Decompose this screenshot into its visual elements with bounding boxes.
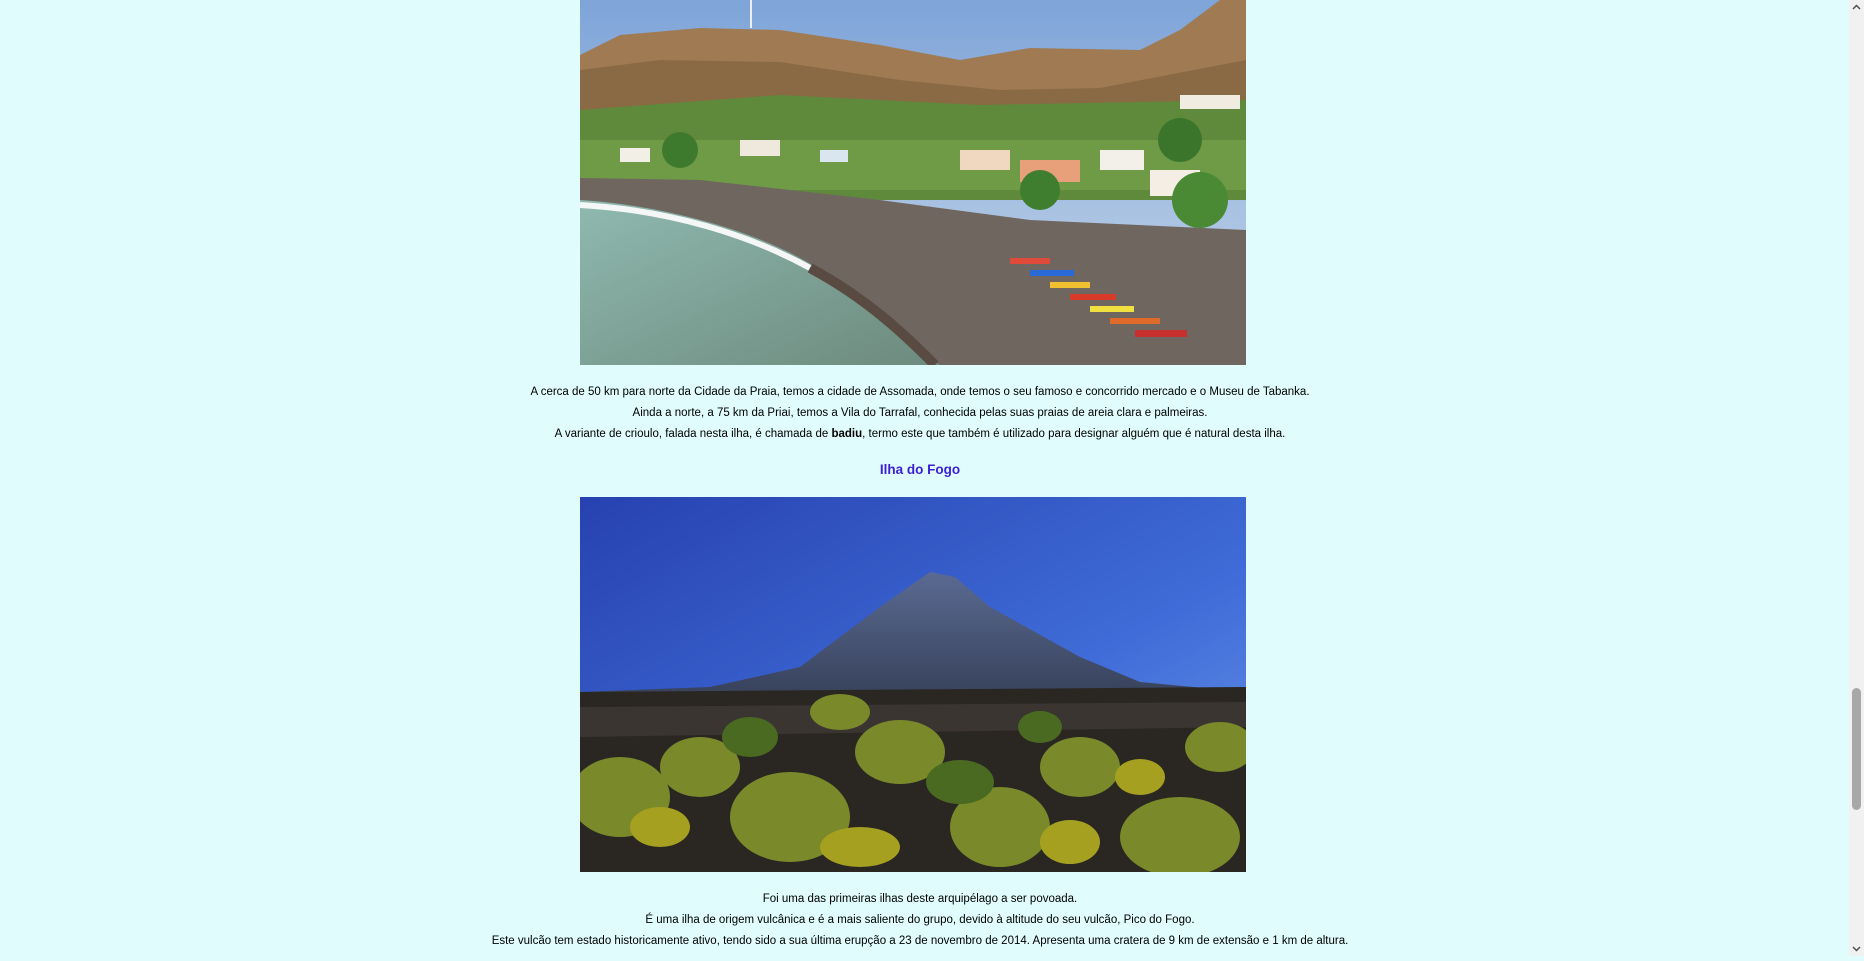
vertical-scrollbar[interactable] xyxy=(1849,0,1864,956)
fogo-volcano-photo xyxy=(580,497,1246,872)
fogo-paragraph-2: É uma ilha de origem vulcânica e é a mai… xyxy=(645,914,1195,926)
scroll-down-arrow-icon[interactable] xyxy=(1849,941,1864,956)
fogo-heading: Ilha do Fogo xyxy=(879,462,961,477)
crioulo-text-before: A variante de crioulo, falada nesta ilha… xyxy=(554,428,832,440)
tarrafal-paragraph: Ainda a norte, a 75 km da Priai, temos a… xyxy=(632,407,1208,419)
santiago-beach-photo xyxy=(580,0,1246,365)
fogo-paragraph-3: Este vulcão tem estado historicamente at… xyxy=(491,935,1349,947)
fogo-description: Foi uma das primeiras ilhas deste arquip… xyxy=(0,889,1840,952)
scrollbar-thumb[interactable] xyxy=(1852,688,1861,810)
fogo-paragraph-1: Foi uma das primeiras ilhas deste arquip… xyxy=(762,893,1078,905)
scroll-up-arrow-icon[interactable] xyxy=(1849,0,1864,15)
crioulo-paragraph: A variante de crioulo, falada nesta ilha… xyxy=(0,424,1840,445)
badiu-term: badiu xyxy=(831,428,863,440)
crioulo-text-after: , termo este que também é utilizado para… xyxy=(862,428,1286,440)
assomada-paragraph: A cerca de 50 km para norte da Cidade da… xyxy=(530,386,1310,398)
santiago-description: A cerca de 50 km para norte da Cidade da… xyxy=(0,382,1840,445)
